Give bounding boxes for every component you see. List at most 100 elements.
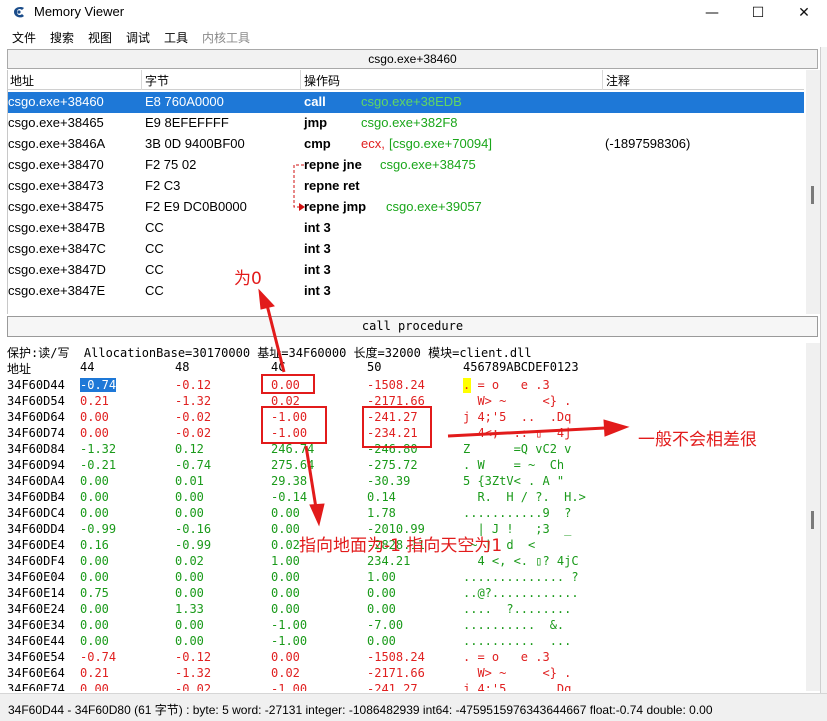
disasm-row[interactable]: csgo.exe+3847C CC int 3 [8, 239, 804, 260]
hex-row[interactable]: 34F60E14 0.75 0.00 0.00 0.00 ..@?............ [7, 586, 807, 602]
hex-row[interactable]: 34F60E54 -0.74 -0.12 0.00 -1508.24 . = o e .3 [7, 650, 807, 666]
hex-row[interactable]: 34F60DB4 0.00 0.00 -0.14 0.14 R. H / ?. H.> [7, 490, 807, 506]
hex-value-cell[interactable]: -1.32 [80, 442, 116, 456]
disasm-row[interactable]: csgo.exe+3847D CC int 3 [8, 260, 804, 281]
hex-value-cell[interactable]: 246.74 [271, 442, 314, 456]
hex-ascii-cell[interactable]: .... ?........ [463, 602, 571, 616]
hex-value-cell[interactable]: 0.00 [271, 506, 300, 520]
column-bytes[interactable]: 字节 [145, 72, 169, 89]
hex-ascii-cell[interactable]: 5 {3ZtV< . A " [463, 474, 564, 488]
hex-ascii-cell[interactable]: . = o e .3 [463, 650, 550, 664]
disasm-row[interactable]: csgo.exe+38465 E9 8EFEFFFF jmp csgo.exe+… [8, 113, 804, 134]
menu-tools[interactable]: 工具 [164, 29, 188, 46]
scrollbar-thumb[interactable] [811, 186, 814, 204]
hex-value-cell[interactable]: 0.00 [80, 410, 109, 424]
hex-value-cell[interactable]: 0.02 [271, 538, 300, 552]
hex-value-cell[interactable]: -0.14 [271, 490, 307, 504]
hex-value-cell[interactable]: -241.27 [367, 682, 418, 691]
hex-value-cell[interactable]: 275.64 [271, 458, 314, 472]
hex-ascii-cell[interactable]: W> ~ <} . [463, 666, 571, 680]
disasm-row[interactable]: csgo.exe+38460 E8 760A0000 call csgo.exe… [8, 92, 804, 113]
hex-value-cell[interactable]: 0.75 [80, 586, 109, 600]
hex-row[interactable]: 34F60E64 0.21 -1.32 0.02 -2171.66 W> ~ <} . [7, 666, 807, 682]
hex-ascii-cell[interactable]: W> ~ <} . [463, 394, 571, 408]
hex-value-cell[interactable]: 1.00 [271, 554, 300, 568]
hex-row[interactable]: 34F60E44 0.00 0.00 -1.00 0.00 .......... ... [7, 634, 807, 650]
menu-file[interactable]: 文件 [12, 29, 36, 46]
hex-value-cell[interactable]: 0.00 [80, 570, 109, 584]
hex-value-cell[interactable]: -1.00 [271, 682, 307, 691]
hex-value-cell[interactable]: 0.00 [175, 634, 204, 648]
hex-value-cell[interactable]: 0.00 [367, 602, 396, 616]
hex-value-cell[interactable]: -30.39 [367, 474, 410, 488]
disasm-row[interactable]: csgo.exe+3847E CC int 3 [8, 281, 804, 302]
hex-row[interactable]: 34F60E04 0.00 0.00 0.00 1.00 .............. ? [7, 570, 807, 586]
hex-value-cell[interactable]: -1508.24 [367, 650, 425, 664]
hex-ascii-cell[interactable]: .......... ... [463, 634, 571, 648]
hex-ascii-cell[interactable]: j 4;'5 .. .Dq [463, 682, 571, 691]
hex-value-cell[interactable]: 0.00 [271, 522, 300, 536]
hex-scrollbar[interactable] [806, 343, 820, 691]
hex-value-cell[interactable]: -0.02 [175, 682, 211, 691]
hex-ascii-cell[interactable]: 4 <, <. ▯? 4jC [463, 554, 578, 568]
hex-value-cell[interactable]: -0.99 [175, 538, 211, 552]
hex-row[interactable]: 34F60D94 -0.21 -0.74 275.64 -275.72 . W = ~ C… [7, 458, 807, 474]
hex-row[interactable]: 34F60DF4 0.00 0.02 1.00 234.21 4 <, <. ▯? 4j… [7, 554, 807, 570]
hex-ascii-cell[interactable]: j 4;'5 .. .Dq [463, 410, 571, 424]
hex-value-cell[interactable]: 234.21 [367, 554, 410, 568]
hex-value-cell[interactable]: 0.00 [80, 474, 109, 488]
hex-value-cell[interactable]: -1.32 [175, 394, 211, 408]
hex-value-cell[interactable]: 0.02 [271, 666, 300, 680]
hex-value-cell[interactable]: 0.16 [80, 538, 109, 552]
hex-value-cell[interactable]: 0.00 [271, 650, 300, 664]
disassembler-scrollbar[interactable] [806, 70, 820, 314]
hex-value-cell[interactable]: 0.00 [80, 506, 109, 520]
menu-view[interactable]: 视图 [88, 29, 112, 46]
hex-row[interactable]: 34F60DC4 0.00 0.00 0.00 1.78 ...........9 ? [7, 506, 807, 522]
disasm-row[interactable]: csgo.exe+3846A 3B 0D 9400BF00 cmp ecx, [… [8, 134, 804, 155]
hex-value-cell[interactable]: -1508.24 [367, 378, 425, 392]
hex-value-cell[interactable]: -0.99 [80, 522, 116, 536]
hex-value-cell[interactable]: 0.00 [80, 490, 109, 504]
hex-value-cell[interactable]: 0.00 [367, 634, 396, 648]
column-comment[interactable]: 注释 [606, 72, 630, 89]
hex-ascii-cell[interactable]: . = o e .3 [463, 378, 550, 392]
hex-value-cell[interactable]: 0.01 [175, 474, 204, 488]
hex-ascii-cell[interactable]: ..@?............ [463, 586, 579, 600]
hex-value-cell[interactable]: 0.00 [80, 634, 109, 648]
hex-value-cell[interactable]: -0.02 [175, 426, 211, 440]
hex-value-cell[interactable]: 0.00 [271, 586, 300, 600]
minimize-button[interactable]: — [689, 0, 735, 25]
hex-value-cell[interactable]: -0.12 [175, 650, 211, 664]
hex-value-cell[interactable]: -1.32 [175, 666, 211, 680]
hex-value-cell[interactable]: -7.00 [367, 618, 403, 632]
hex-value-cell[interactable]: -0.21 [80, 458, 116, 472]
hex-ascii-cell[interactable]: R. H / ?. H.> [463, 490, 585, 504]
hex-ascii-cell[interactable]: 4<; .: ▯ 4j [463, 426, 571, 440]
hex-value-cell[interactable]: -0.16 [175, 522, 211, 536]
disasm-row[interactable]: csgo.exe+38475 F2 E9 DC0B0000 repne jmp … [8, 197, 804, 218]
hex-row[interactable]: 34F60E24 0.00 1.33 0.00 0.00 .... ?........ [7, 602, 807, 618]
hex-value-cell[interactable]: 0.00 [367, 586, 396, 600]
disasm-row[interactable]: csgo.exe+3847B CC int 3 [8, 218, 804, 239]
hex-value-cell[interactable]: 0.00 [271, 602, 300, 616]
hex-value-cell[interactable]: -0.74 [80, 378, 117, 392]
hex-row[interactable]: 34F60DA4 0.00 0.01 29.38 -30.39 5 {3ZtV< . A … [7, 474, 807, 490]
hex-ascii-cell[interactable]: Z =Q vC2 v [463, 442, 571, 456]
hex-value-cell[interactable]: 0.00 [80, 554, 109, 568]
hex-value-cell[interactable]: 0.00 [175, 490, 204, 504]
hex-ascii-cell[interactable]: ...........9 ? [463, 506, 571, 520]
hex-value-cell[interactable]: -1.00 [271, 618, 307, 632]
maximize-button[interactable]: ☐ [735, 0, 781, 25]
hex-value-cell[interactable]: 0.00 [175, 618, 204, 632]
hex-value-cell[interactable]: 0.02 [175, 554, 204, 568]
hex-value-cell[interactable]: -275.72 [367, 458, 418, 472]
hex-value-cell[interactable]: 0.00 [175, 570, 204, 584]
hex-value-cell[interactable]: -0.12 [175, 378, 211, 392]
disasm-row[interactable]: csgo.exe+38470 F2 75 02 repne jne csgo.e… [8, 155, 804, 176]
hex-ascii-cell[interactable]: .......... &. [463, 618, 564, 632]
hex-value-cell[interactable]: 1.00 [367, 570, 396, 584]
hex-row[interactable]: 34F60E34 0.00 0.00 -1.00 -7.00 .......... &. [7, 618, 807, 634]
hex-value-cell[interactable]: -2171.66 [367, 666, 425, 680]
hex-value-cell[interactable]: 29.38 [271, 474, 307, 488]
